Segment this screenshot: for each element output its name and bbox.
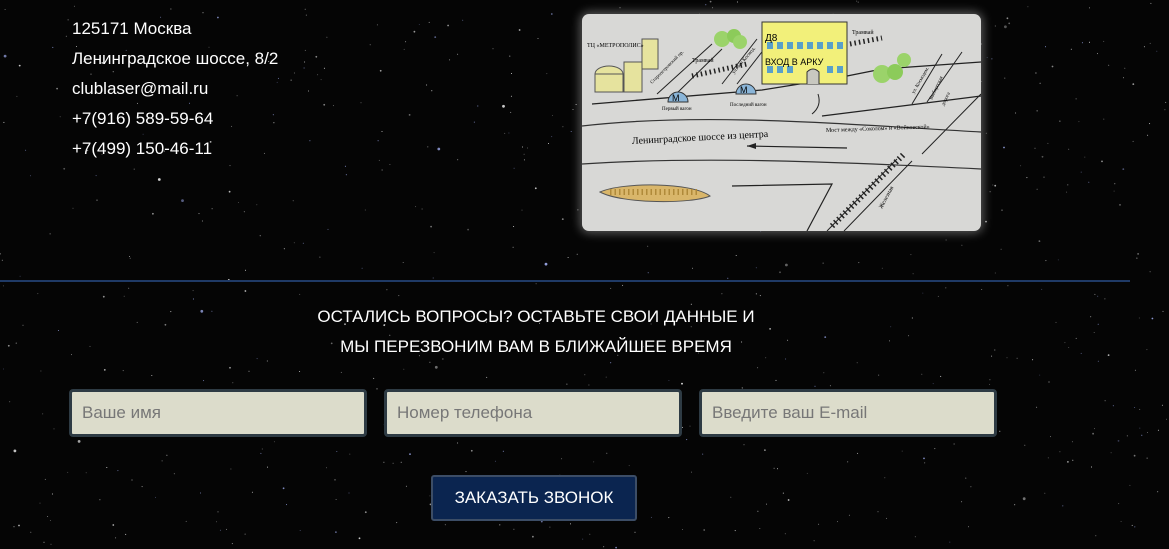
callback-heading: ОСТАЛИСЬ ВОПРОСЫ? ОСТАВЬТЕ СВОИ ДАННЫЕ И…	[236, 302, 836, 362]
map-street-label: дорога	[941, 91, 952, 107]
contact-info: 125171 Москва Ленинградское шоссе, 8/2 c…	[72, 14, 278, 164]
order-callback-button[interactable]: ЗАКАЗАТЬ ЗВОНОК	[431, 475, 637, 521]
map-street-label: ул. Космодем.	[911, 67, 930, 95]
postal-address: 125171 Москва	[72, 19, 192, 38]
street-address: Ленинградское шоссе, 8/2	[72, 49, 279, 68]
map-street-label: ул. Зои Космод.	[732, 46, 757, 75]
map-tram-label: Трамвай	[692, 57, 714, 64]
map-railway-label: Железная	[878, 185, 895, 210]
map-last-car: Последний вагон	[730, 103, 767, 108]
metro-icon: М	[672, 93, 680, 103]
section-divider	[0, 280, 1130, 282]
map-first-car: Первый вагон	[662, 107, 692, 112]
phone-input[interactable]	[384, 389, 682, 437]
map-mall-label: ТЦ «МЕТРОПОЛИС»	[587, 43, 644, 49]
callback-heading-line2: МЫ ПЕРЕЗВОНИМ ВАМ В БЛИЖАЙШЕЕ ВРЕМЯ	[340, 337, 732, 356]
phone-number-2: +7(499) 150-46-11	[72, 139, 213, 158]
name-input[interactable]	[69, 389, 367, 437]
map-street-label: Выборгская	[929, 75, 945, 101]
metro-icon: М	[740, 85, 748, 95]
phone-number-1: +7(916) 589-59-64	[72, 109, 214, 128]
location-map: Д8 ВХОД В АРКУ М М ТЦ «МЕТРОПОЛИС» Трамв…	[582, 14, 981, 231]
map-highway-label: Ленинградское шоссе из центра	[632, 129, 769, 147]
map-building-number: Д8	[765, 33, 778, 44]
callback-heading-line1: ОСТАЛИСЬ ВОПРОСЫ? ОСТАВЬТЕ СВОИ ДАННЫЕ И	[317, 307, 755, 326]
email-input[interactable]	[699, 389, 997, 437]
map-tram-label: Трамвай	[852, 29, 874, 36]
email-address: clublaser@mail.ru	[72, 79, 209, 98]
map-entrance-label: ВХОД В АРКУ	[765, 57, 824, 67]
map-bridge-label: Мост между «Соколом» и «Войковской»	[826, 123, 930, 134]
